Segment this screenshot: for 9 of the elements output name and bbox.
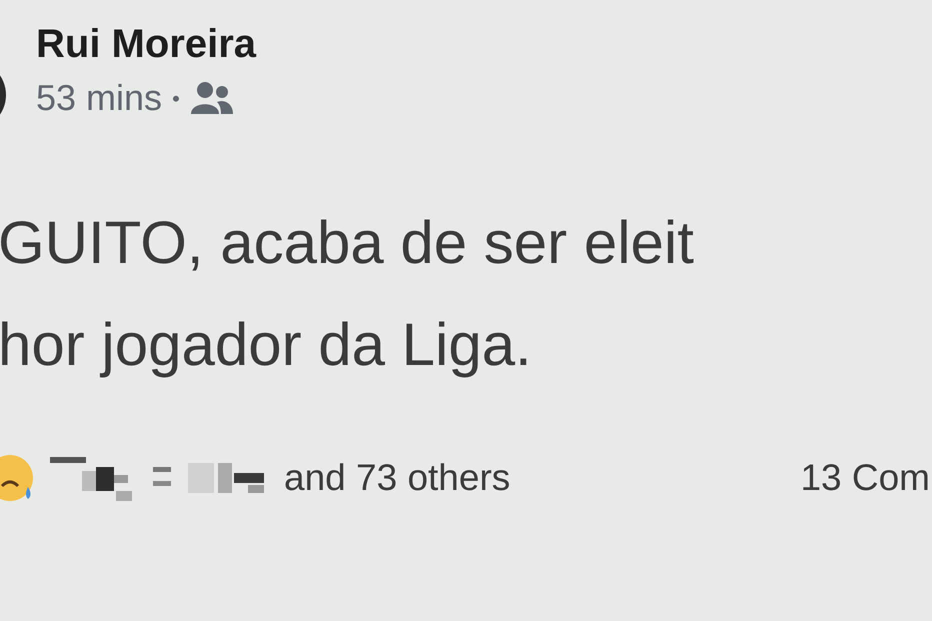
post-time[interactable]: 53 mins — [36, 76, 162, 120]
crying-face-icon — [0, 452, 36, 503]
reactions-count[interactable]: and 73 others — [284, 450, 510, 506]
post-text-line: GUITO, acaba de ser eleit — [0, 208, 695, 278]
comments-count[interactable]: 13 Com — [800, 450, 930, 506]
friends-icon — [190, 81, 234, 115]
post-text-line: hor jogador da Liga. — [0, 310, 533, 380]
author-name[interactable]: Rui Moreira — [36, 18, 256, 70]
separator-dot: • — [172, 84, 180, 112]
